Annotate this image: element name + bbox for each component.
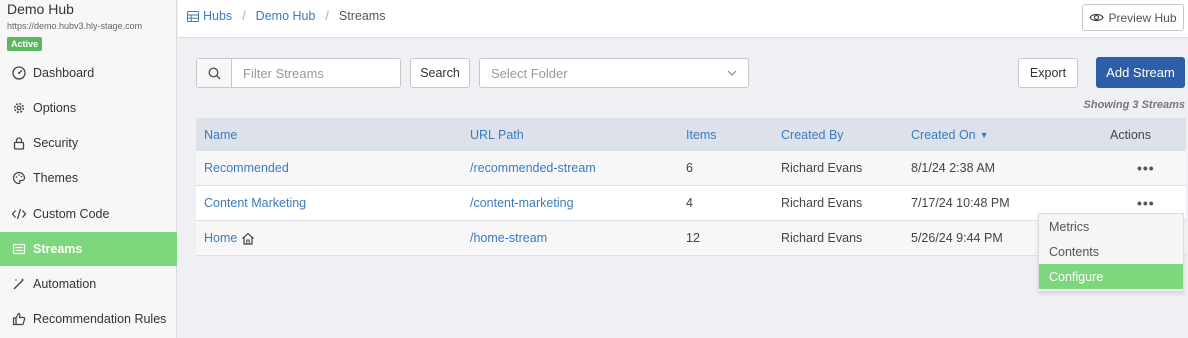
stream-created-by: Richard Evans — [781, 196, 863, 210]
streams-icon — [11, 241, 27, 257]
stream-items: 12 — [686, 231, 700, 245]
sidebar-item-label: Options — [33, 101, 77, 115]
table-header: Name URL Path Items Created By Created O… — [196, 118, 1186, 151]
palette-icon — [11, 170, 27, 186]
sidebar-item-label: Recommendation Rules — [33, 312, 167, 326]
column-header-created-on-label: Created On — [911, 127, 976, 142]
thumbs-up-icon — [11, 311, 27, 327]
dashboard-icon — [11, 65, 27, 81]
stream-created-on: 5/26/24 9:44 PM — [911, 231, 1003, 245]
stream-created-by: Richard Evans — [781, 231, 863, 245]
code-icon — [11, 206, 27, 222]
sort-desc-icon: ▼ — [979, 129, 989, 140]
showing-count: Showing 3 Streams — [1083, 99, 1185, 111]
preview-hub-label: Preview Hub — [1108, 10, 1177, 25]
status-badge: Active — [7, 37, 43, 51]
menu-item-contents[interactable]: Contents — [1039, 239, 1183, 264]
gear-icon — [11, 100, 27, 116]
sidebar-item-label: Themes — [33, 171, 79, 185]
search-button[interactable]: Search — [410, 58, 470, 88]
stream-name-link[interactable]: Content Marketing — [204, 196, 306, 210]
column-header-url[interactable]: URL Path — [470, 118, 524, 151]
folder-select-placeholder: Select Folder — [491, 65, 568, 81]
breadcrumb: Hubs / Demo Hub / Streams — [187, 9, 385, 23]
breadcrumb-separator: / — [242, 9, 246, 23]
sidebar-item-streams[interactable]: Streams — [0, 232, 177, 266]
add-stream-button[interactable]: Add Stream — [1096, 57, 1185, 88]
sidebar-item-dashboard[interactable]: Dashboard — [0, 56, 177, 90]
stream-url-link[interactable]: /home-stream — [470, 231, 547, 245]
topbar: Hubs / Demo Hub / Streams Preview Hub — [178, 0, 1188, 38]
folder-select[interactable]: Select Folder — [479, 58, 749, 88]
breadcrumb-separator: / — [325, 9, 329, 23]
stream-url-link[interactable]: /content-marketing — [470, 196, 574, 210]
row-actions-dropdown: Metrics Contents Configure — [1038, 213, 1184, 292]
sidebar-item-options[interactable]: Options — [0, 91, 177, 125]
preview-hub-button[interactable]: Preview Hub — [1082, 4, 1184, 31]
sidebar-item-themes[interactable]: Themes — [0, 161, 177, 195]
row-actions-menu-icon[interactable]: ••• — [1137, 151, 1155, 185]
sidebar-item-label: Dashboard — [33, 66, 95, 80]
hub-url: https://demo.hubv3.hly-stage.com — [7, 21, 143, 31]
stream-items: 4 — [686, 196, 693, 210]
table-row: Recommended /recommended-stream 6 Richar… — [196, 151, 1186, 186]
breadcrumb-hubs[interactable]: Hubs — [203, 9, 232, 23]
column-header-created-by[interactable]: Created By — [781, 118, 844, 151]
column-header-items[interactable]: Items — [686, 118, 717, 151]
sidebar-item-automation[interactable]: Automation — [0, 267, 177, 301]
sidebar-item-recommendation-rules[interactable]: Recommendation Rules — [0, 302, 177, 336]
column-header-name[interactable]: Name — [204, 118, 237, 151]
sidebar-item-label: Automation — [33, 277, 97, 291]
stream-name-link[interactable]: Recommended — [204, 161, 289, 175]
column-header-actions: Actions — [1110, 127, 1151, 142]
sidebar-item-label: Custom Code — [33, 207, 110, 221]
lock-icon — [11, 135, 27, 151]
stream-items: 6 — [686, 161, 693, 175]
filter-streams-input[interactable] — [232, 59, 400, 87]
wand-icon — [11, 276, 27, 292]
hub-title: Demo Hub — [7, 1, 74, 17]
sidebar: Demo Hub https://demo.hubv3.hly-stage.co… — [0, 0, 177, 338]
sidebar-item-label: Security — [33, 136, 79, 150]
stream-created-by: Richard Evans — [781, 161, 863, 175]
stream-created-on: 8/1/24 2:38 AM — [911, 161, 996, 175]
search-icon — [197, 59, 232, 87]
sidebar-item-label: Streams — [33, 242, 83, 256]
column-header-created-on[interactable]: Created On ▼ — [911, 118, 989, 151]
filter-streams-field — [196, 58, 401, 88]
sidebar-item-custom-code[interactable]: Custom Code — [0, 197, 177, 231]
export-button[interactable]: Export — [1018, 58, 1078, 88]
breadcrumb-hub[interactable]: Demo Hub — [256, 9, 316, 23]
chevron-down-icon — [726, 67, 738, 82]
eye-icon — [1089, 12, 1108, 23]
breadcrumb-current: Streams — [338, 9, 386, 23]
stream-url-link[interactable]: /recommended-stream — [470, 161, 596, 175]
stream-name-link[interactable]: Home — [204, 231, 237, 245]
hubs-grid-icon — [187, 10, 199, 22]
menu-item-configure[interactable]: Configure — [1039, 264, 1183, 289]
stream-created-on: 7/17/24 10:48 PM — [911, 196, 1010, 210]
sidebar-item-security[interactable]: Security — [0, 126, 177, 160]
menu-item-metrics[interactable]: Metrics — [1039, 214, 1183, 239]
home-icon — [241, 232, 255, 245]
